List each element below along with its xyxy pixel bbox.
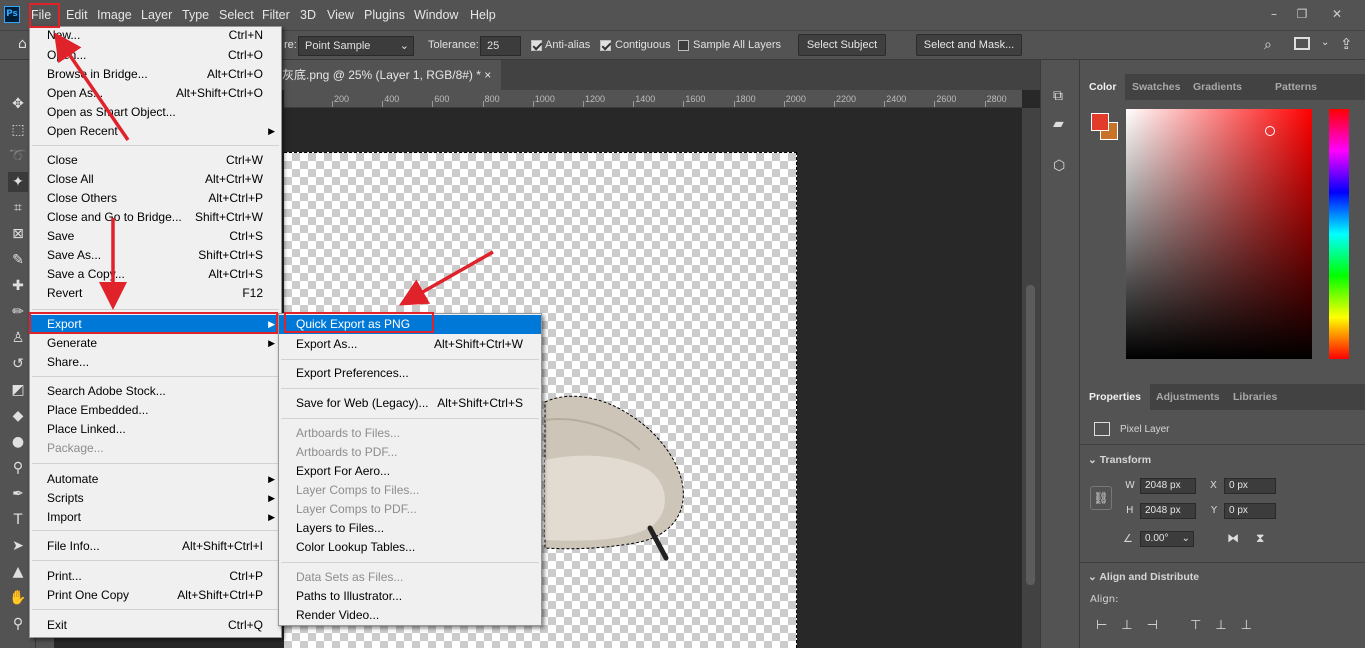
arrow-to-quick-export (398, 250, 494, 306)
photoshop-window: Ps File Edit Image Layer Type Select Fil… (0, 0, 1365, 648)
arrow-to-file (54, 32, 130, 141)
annotation-arrows (54, 32, 494, 310)
